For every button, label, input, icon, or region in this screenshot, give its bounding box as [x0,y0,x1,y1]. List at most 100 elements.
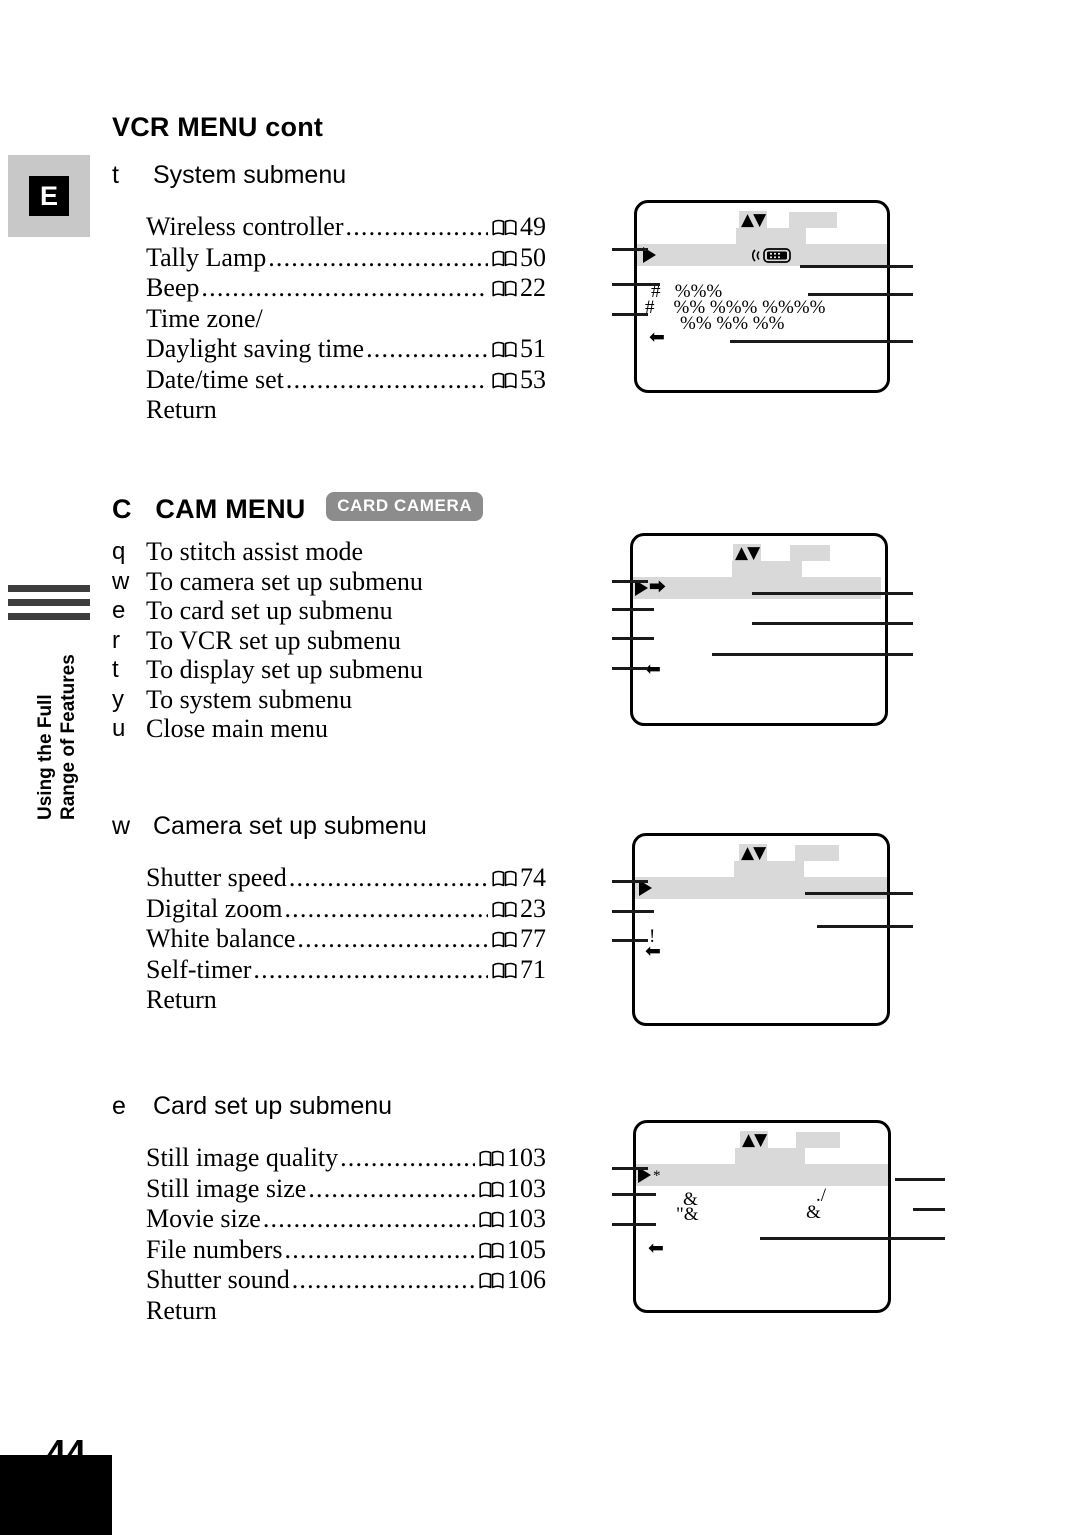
entry-label: White balance [146,924,296,953]
grey-block [796,1132,840,1148]
entry-leader: ........................................… [284,893,488,923]
entry-list-system-submenu: Wireless controller ....................… [146,212,582,426]
return-arrow-icon: ⬅ [649,326,665,348]
entry-page: 105 [507,1234,546,1264]
entry-label: Tally Lamp [146,242,267,272]
grey-block [790,545,830,561]
menu-row-label: To camera set up submenu [146,566,423,596]
menu-row: q To stitch assist mode [112,537,582,567]
entry-page: 53 [520,364,546,394]
placeholder-text-line: & [806,1202,821,1223]
entry-leader: ........................................… [297,924,488,953]
entry-label: Return [146,395,217,424]
selection-highlight-bar [635,877,887,899]
placeholder-text-line: "& [676,1204,699,1225]
entry-label: Self-timer [146,954,252,984]
document-page: E Using the Full Range of Features 44 VC… [0,0,1080,1535]
book-icon [492,341,517,358]
book-icon [492,250,517,267]
entry-row: Date/time set ..........................… [146,365,546,396]
up-down-arrow-icon: ▲▼ [740,1130,769,1150]
grey-block [789,212,837,228]
callout-line [808,293,913,296]
entry-row: Shutter speed ..........................… [146,863,546,894]
menu-row-key: t [112,656,119,683]
menu-row: y To system submenu [112,685,582,715]
callout-line [817,925,913,928]
entry-page: 22 [520,273,546,302]
entry-label: Time zone/ [146,303,263,333]
menu-row-label: Close main menu [146,714,328,743]
section-heading-label: CAM MENU [155,494,306,524]
entry-leader: ........................................… [201,273,488,302]
entry-label: Return [146,1295,217,1325]
selection-highlight-bar [636,1164,888,1186]
entry-list-camera-setup: Shutter speed ..........................… [146,863,582,1016]
entry-row: File numbers ...........................… [146,1235,546,1266]
placeholder-text-line: %% %% %% [661,313,785,334]
entry-leader: ........................................… [284,1234,476,1264]
book-icon [492,962,517,979]
section-heading-prefix: C [112,494,132,524]
callout-line [612,880,648,883]
entry-page: 23 [520,893,546,923]
entry-leader: ........................................… [291,1265,475,1294]
book-icon [492,372,517,389]
entry-page: 77 [520,924,546,953]
up-down-arrow-icon: ▲▼ [739,210,768,230]
menu-row-label: To VCR set up submenu [146,625,401,655]
lcd-screen-frame: ▲▼ # %%% # %% %%% %%%% %% %% %% ⬅ [634,200,890,393]
lcd-screen-frame: ▲▼ ⮕ ⬅ [630,533,888,726]
subheading-label: System submenu [153,161,347,189]
section-cam-menu: C CAM MENU CARD CAMERA q To stitch assis… [112,492,582,744]
entry-page: 71 [520,954,546,984]
subheading-camera-setup: w Camera set up submenu [112,812,582,841]
callout-line [895,1178,945,1181]
entry-row: Beep ...................................… [146,273,546,304]
callout-line [612,1167,648,1170]
section-vcr-menu: VCR MENU cont t System submenu Wireless … [112,112,582,426]
entry-row: White balance ..........................… [146,924,546,955]
entry-leader: ........................................… [268,242,488,272]
entry-leader: ........................................… [340,1143,475,1172]
grey-block [736,228,806,244]
menu-row-label: To stitch assist mode [146,537,364,566]
entry-row: Time zone/ [146,304,546,335]
callout-line [913,1208,945,1211]
grey-block [735,1148,805,1164]
callout-line [612,580,648,583]
callout-line [752,592,913,595]
up-down-arrow-icon: ▲▼ [733,543,762,563]
lcd-screen-frame: ▲▼ * & "& ./ & ⬅ [633,1120,891,1313]
book-icon [479,1181,504,1198]
lcd-screen-frame: ▲▼ ! ⬅ [632,833,890,1026]
callout-line [805,892,913,895]
book-icon [479,1242,504,1259]
callout-line [612,608,654,611]
language-tab: E [8,155,90,237]
callout-line [612,637,654,640]
subheading-label: Card set up submenu [153,1092,393,1120]
page-title: VCR MENU cont [112,112,324,142]
callout-line [752,622,913,625]
menu-row-key: w [112,567,130,595]
book-icon [492,931,517,948]
card-camera-badge: CARD CAMERA [326,492,484,521]
menu-item-list: q To stitch assist mode w To camera set … [112,537,582,744]
entry-page: 51 [520,334,546,363]
entry-label: Wireless controller [146,212,344,241]
menu-row-key: q [112,538,126,565]
entry-row: Still image quality ....................… [146,1143,546,1174]
up-down-arrow-icon: ▲▼ [739,843,768,863]
entry-leader: ........................................… [288,863,488,892]
chapter-running-title: Using the Full Range of Features [34,590,90,820]
entry-row: Self-timer .............................… [146,955,546,986]
entry-row: Tally Lamp .............................… [146,243,546,274]
book-icon [479,1150,504,1167]
entry-label: Still image size [146,1173,307,1203]
section-heading-cam-menu: C CAM MENU CARD CAMERA [112,492,582,525]
return-arrow-icon: ⬅ [648,1237,664,1259]
entry-label: Daylight saving time [146,334,365,363]
menu-row: u Close main menu [112,714,582,744]
book-icon [479,1211,504,1228]
